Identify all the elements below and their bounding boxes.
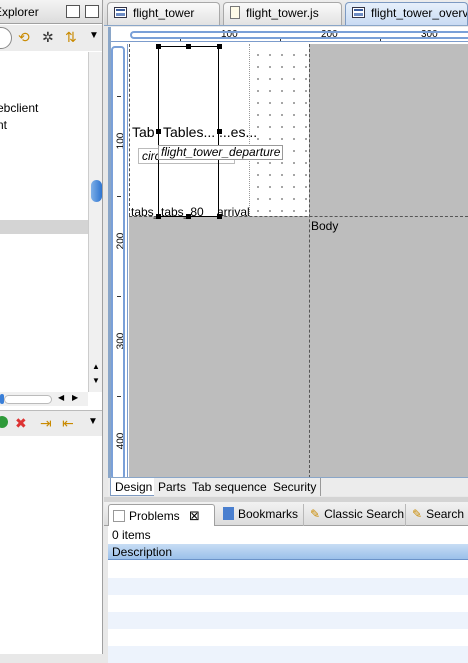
move-down-icon[interactable]: ⇤ bbox=[62, 415, 74, 431]
tab-security[interactable]: Security bbox=[269, 478, 322, 496]
part-boundary bbox=[309, 44, 310, 478]
tree-item[interactable]: ebclient bbox=[0, 101, 38, 115]
tabs-80-label[interactable]: tabs_80 bbox=[161, 205, 204, 219]
ruler-selection-marker bbox=[111, 46, 125, 480]
resize-handle[interactable] bbox=[186, 214, 191, 219]
sync-icon[interactable]: ⟲ bbox=[18, 29, 30, 45]
table-row[interactable] bbox=[108, 646, 468, 663]
bookmark-icon bbox=[223, 507, 234, 520]
body-part-label[interactable]: Body bbox=[311, 219, 338, 233]
tree-item[interactable]: nt bbox=[0, 118, 7, 132]
editor-tab-flight-tower-js[interactable]: flight_tower.js bbox=[223, 2, 342, 25]
outline-toolbar: ✖ ⇥ ⇤ ▼ bbox=[0, 410, 102, 436]
move-up-icon[interactable]: ⇥ bbox=[40, 415, 52, 431]
table-row[interactable] bbox=[108, 612, 468, 629]
ruler-selection-marker bbox=[130, 31, 468, 39]
minimize-icon[interactable] bbox=[66, 5, 80, 18]
explorer-tab-bar: Explorer bbox=[0, 0, 102, 24]
tab-label: Problems bbox=[129, 509, 180, 523]
table-row[interactable] bbox=[108, 578, 468, 595]
column-header-description[interactable]: Description bbox=[108, 544, 468, 560]
resize-handle[interactable] bbox=[156, 129, 161, 134]
problems-icon bbox=[113, 510, 125, 522]
tab-bookmarks[interactable]: Bookmarks bbox=[219, 504, 304, 526]
tree-item-selected[interactable] bbox=[0, 220, 88, 234]
departure-field-label[interactable]: flight_tower_departure bbox=[161, 145, 280, 159]
search-icon: ✎ bbox=[412, 507, 423, 521]
view-menu-icon[interactable]: ▼ bbox=[89, 28, 99, 44]
resize-handle[interactable] bbox=[217, 214, 222, 219]
problems-view: 0 items Description bbox=[108, 526, 468, 663]
tab-label: flight_tower.js bbox=[246, 6, 319, 20]
tables-label[interactable]: Tables... bbox=[163, 124, 215, 140]
delete-icon[interactable]: ✖ bbox=[15, 415, 27, 431]
form-canvas[interactable]: Tab circ val Tables... ...es... flight_t… bbox=[129, 44, 468, 478]
tab-label: Bookmarks bbox=[238, 507, 299, 521]
tab-classic-search[interactable]: ✎ Classic Search bbox=[306, 504, 406, 526]
tab-design[interactable]: Design bbox=[110, 478, 158, 496]
resize-handle[interactable] bbox=[156, 44, 161, 49]
scroll-down-icon[interactable]: ▼ bbox=[92, 376, 100, 385]
scroll-right-icon[interactable]: ▶ bbox=[72, 393, 78, 402]
scroll-left-icon[interactable]: ◀ bbox=[58, 393, 64, 402]
view-menu-icon[interactable]: ▼ bbox=[88, 414, 98, 430]
es-label[interactable]: ...es... bbox=[219, 124, 257, 140]
search-input[interactable] bbox=[0, 27, 12, 49]
search-icon: ✎ bbox=[310, 507, 321, 521]
resize-handle[interactable] bbox=[156, 214, 161, 219]
close-icon[interactable]: ⊠ bbox=[189, 508, 200, 523]
maximize-icon[interactable] bbox=[85, 5, 99, 18]
grid-dots bbox=[249, 44, 309, 216]
tab-label: flight_tower bbox=[133, 6, 195, 20]
scrollbar-track bbox=[4, 395, 52, 404]
js-file-icon bbox=[230, 6, 240, 19]
resize-handle[interactable] bbox=[186, 44, 191, 49]
items-count: 0 items bbox=[112, 528, 151, 542]
part-boundary bbox=[129, 44, 130, 216]
explorer-panel: Explorer ⟲ ✲ ⇅ ▼ ebclient nt ▲ ▼ ◀ ▶ ✖ ⇥… bbox=[0, 0, 103, 654]
editor-tab-flight-tower-overview[interactable]: flight_tower_overview bbox=[345, 2, 468, 25]
form-file-icon bbox=[114, 7, 127, 18]
vertical-scrollbar[interactable]: ▲ ▼ bbox=[88, 52, 102, 392]
explorer-toolbar: ⟲ ✲ ⇅ ▼ bbox=[0, 25, 102, 51]
editor-tab-bar: flight_tower flight_tower.js flight_towe… bbox=[104, 0, 468, 26]
tabs-label[interactable]: Tab bbox=[132, 124, 155, 140]
scrollbar-thumb[interactable] bbox=[91, 180, 102, 202]
explorer-title[interactable]: Explorer bbox=[0, 5, 39, 19]
tab-problems[interactable]: Problems ⊠ bbox=[108, 504, 215, 526]
form-file-icon bbox=[352, 7, 365, 18]
tab-tab-sequence[interactable]: Tab sequence bbox=[188, 478, 272, 496]
design-tab-bar: Design Parts Tab sequence Security bbox=[108, 477, 468, 496]
views-tab-bar: Problems ⊠ Bookmarks ✎ Classic Search ✎ Se… bbox=[104, 502, 468, 526]
resize-handle[interactable] bbox=[217, 44, 222, 49]
run-icon[interactable] bbox=[0, 416, 8, 428]
tab-parts[interactable]: Parts bbox=[154, 478, 192, 496]
tab-label: Search bbox=[426, 507, 465, 521]
collapse-all-icon[interactable]: ✲ bbox=[42, 29, 54, 45]
tab-label: Classic Search bbox=[324, 507, 405, 521]
horizontal-scrollbar[interactable]: ◀ ▶ bbox=[0, 392, 88, 406]
tab-search[interactable]: ✎ Search bbox=[408, 504, 468, 526]
scroll-up-icon[interactable]: ▲ bbox=[92, 362, 100, 371]
resize-handle[interactable] bbox=[217, 129, 222, 134]
editor-tab-flight-tower[interactable]: flight_tower bbox=[107, 2, 220, 25]
tab-label: flight_tower_overview bbox=[371, 6, 468, 20]
link-editor-icon[interactable]: ⇅ bbox=[65, 29, 77, 45]
